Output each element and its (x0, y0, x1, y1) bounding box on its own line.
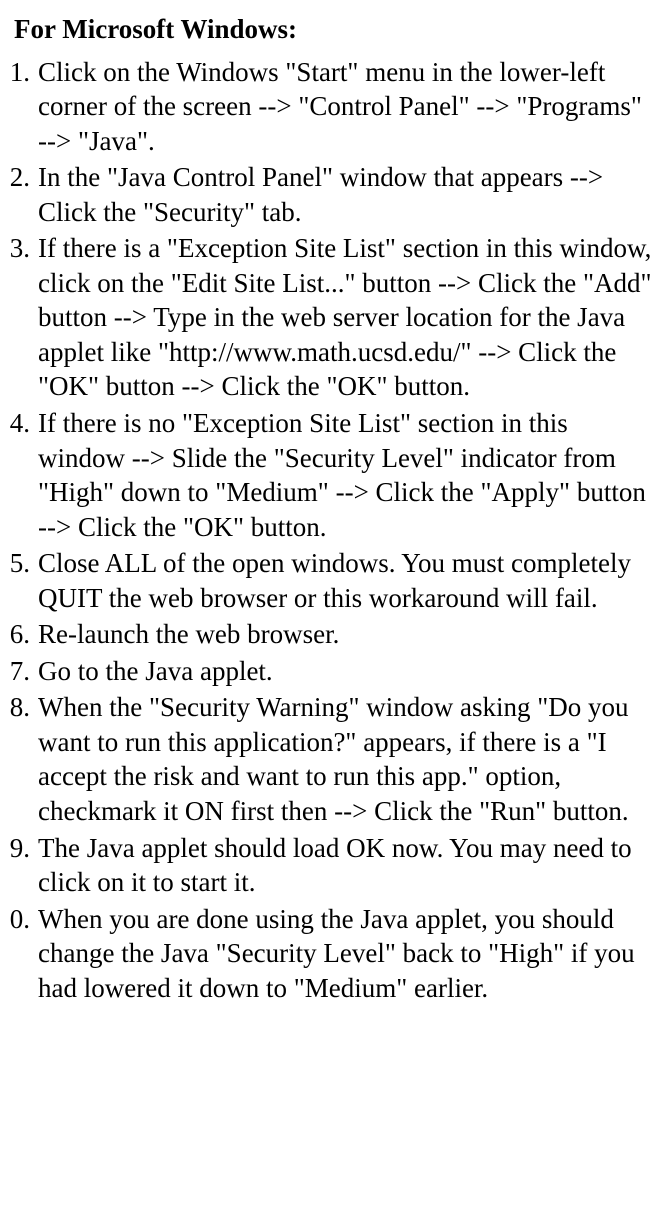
item-number: 4. (6, 406, 30, 441)
item-text: When the "Security Warning" window askin… (38, 692, 629, 826)
item-text: If there is a "Exception Site List" sect… (38, 233, 652, 401)
list-item: 3. If there is a "Exception Site List" s… (6, 231, 657, 404)
list-item: 4. If there is no "Exception Site List" … (6, 406, 657, 544)
list-item: 2. In the "Java Control Panel" window th… (6, 160, 657, 229)
list-item: 8. When the "Security Warning" window as… (6, 690, 657, 828)
list-item: 0. When you are done using the Java appl… (6, 902, 657, 1006)
instructions-list: 1. Click on the Windows "Start" menu in … (6, 55, 657, 1006)
list-item: 1. Click on the Windows "Start" menu in … (6, 55, 657, 159)
section-heading: For Microsoft Windows: (14, 12, 657, 47)
item-text: In the "Java Control Panel" window that … (38, 162, 603, 227)
item-text: When you are done using the Java applet,… (38, 904, 635, 1003)
list-item: 5. Close ALL of the open windows. You mu… (6, 546, 657, 615)
item-number: 1. (6, 55, 30, 90)
item-text: Go to the Java applet. (38, 656, 273, 686)
list-item: 9. The Java applet should load OK now. Y… (6, 831, 657, 900)
item-number: 0. (6, 902, 30, 937)
item-text: Click on the Windows "Start" menu in the… (38, 57, 642, 156)
item-number: 7. (6, 654, 30, 689)
item-number: 8. (6, 690, 30, 725)
item-text: If there is no "Exception Site List" sec… (38, 408, 646, 542)
item-number: 2. (6, 160, 30, 195)
list-item: 7. Go to the Java applet. (6, 654, 657, 689)
item-number: 3. (6, 231, 30, 266)
list-item: 6. Re-launch the web browser. (6, 617, 657, 652)
item-text: Re-launch the web browser. (38, 619, 339, 649)
item-number: 5. (6, 546, 30, 581)
item-number: 9. (6, 831, 30, 866)
item-text: Close ALL of the open windows. You must … (38, 548, 631, 613)
item-text: The Java applet should load OK now. You … (38, 833, 632, 898)
item-number: 6. (6, 617, 30, 652)
